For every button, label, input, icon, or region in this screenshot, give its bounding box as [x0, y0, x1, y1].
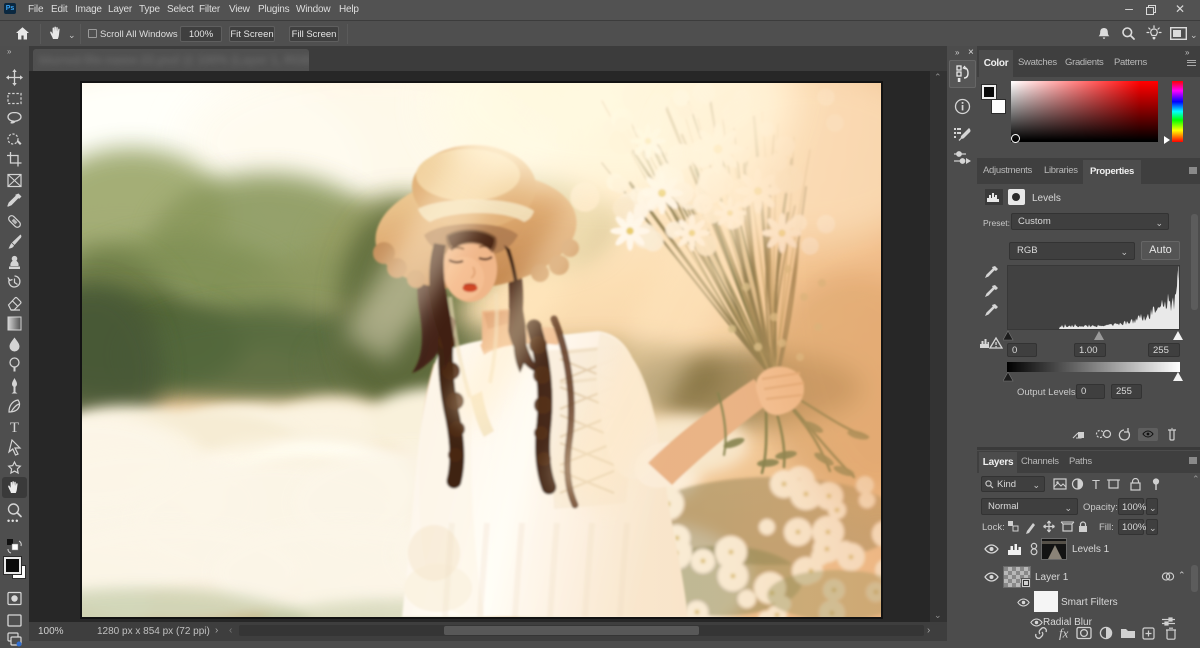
svg-text:T: T — [1092, 478, 1100, 491]
svg-text:T: T — [10, 420, 19, 435]
svg-text:fx: fx — [1059, 626, 1069, 640]
